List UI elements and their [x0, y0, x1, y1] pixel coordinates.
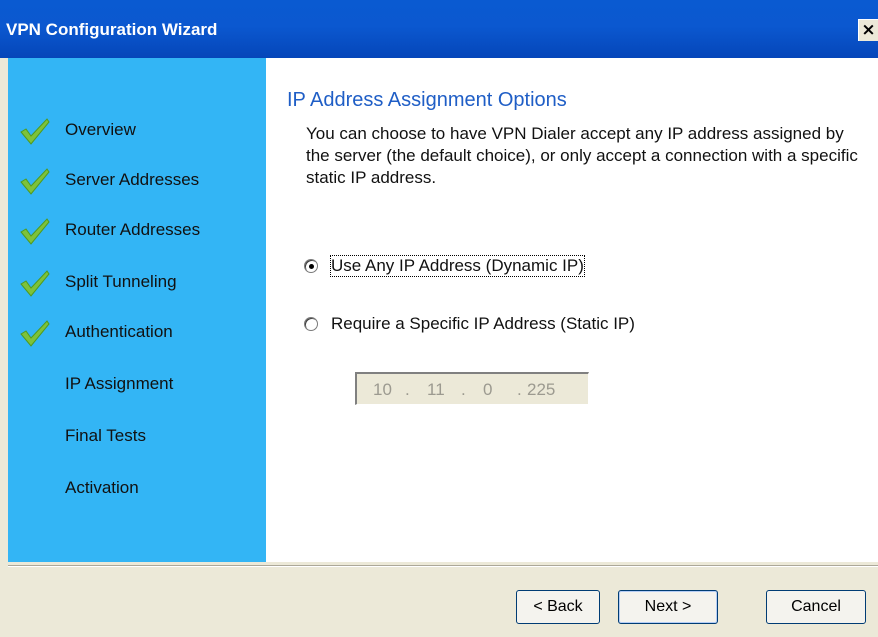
checkmark-icon	[20, 168, 50, 195]
ip-octet-2[interactable]: 11	[427, 380, 445, 400]
checkmark-icon	[20, 270, 50, 297]
ip-separator: .	[405, 380, 410, 399]
window-title: VPN Configuration Wizard	[6, 20, 218, 39]
step-final-tests: Final Tests	[8, 422, 266, 452]
step-overview: Overview	[8, 116, 266, 146]
static-ip-radio[interactable]	[304, 317, 318, 331]
back-button[interactable]: < Back	[516, 590, 600, 624]
static-ip-address-field[interactable]: 10 . 11 . 0 . 225	[355, 372, 589, 405]
ip-separator: .	[461, 380, 466, 399]
page-description: You can choose to have VPN Dialer accept…	[306, 124, 858, 187]
step-split-tunneling: Split Tunneling	[8, 268, 266, 298]
checkmark-icon	[20, 320, 50, 347]
ip-separator: .	[517, 380, 522, 399]
checkmark-icon	[20, 118, 50, 145]
wizard-content: IP Address Assignment Options You can ch…	[266, 58, 878, 562]
close-icon: ×	[861, 20, 876, 40]
step-authentication: Authentication	[8, 318, 266, 348]
ip-octet-4[interactable]: 225	[527, 380, 555, 400]
step-label: Split Tunneling	[65, 272, 177, 291]
step-label: Authentication	[65, 322, 173, 341]
step-label: IP Assignment	[65, 374, 174, 393]
close-button[interactable]: ×	[858, 19, 878, 41]
dynamic-ip-radio[interactable]	[304, 259, 318, 273]
step-label: Router Addresses	[65, 220, 201, 239]
ip-octet-3[interactable]: 0	[483, 380, 492, 400]
step-label: Server Addresses	[65, 170, 200, 189]
ip-octet-1[interactable]: 10	[373, 380, 392, 400]
dynamic-ip-label[interactable]: Use Any IP Address (Dynamic IP)	[330, 255, 585, 277]
checkmark-icon	[20, 218, 50, 245]
title-bar: VPN Configuration Wizard ×	[0, 0, 878, 58]
static-ip-label[interactable]: Require a Specific IP Address (Static IP…	[331, 314, 635, 334]
step-activation: Activation	[8, 474, 266, 504]
wizard-steps-sidebar: Overview Server Addresses Router Address…	[8, 58, 266, 562]
page-heading: IP Address Assignment Options	[287, 89, 567, 111]
step-server-addresses: Server Addresses	[8, 166, 266, 196]
step-label: Activation	[65, 478, 139, 497]
wizard-window: VPN Configuration Wizard × Overview Serv…	[0, 0, 878, 637]
step-label: Final Tests	[65, 426, 146, 445]
step-ip-assignment: IP Assignment	[8, 370, 266, 400]
step-label: Overview	[65, 120, 136, 139]
footer-divider	[8, 565, 878, 567]
step-router-addresses: Router Addresses	[8, 216, 266, 246]
cancel-button[interactable]: Cancel	[766, 590, 866, 624]
next-button[interactable]: Next >	[618, 590, 718, 624]
